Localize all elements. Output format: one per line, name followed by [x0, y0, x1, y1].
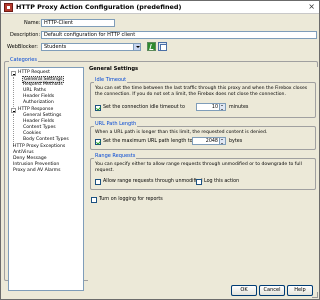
idle-timeout-label: Set the connection idle timeout to: [103, 105, 185, 110]
tree-item-http-proxy-exceptions[interactable]: HTTP Proxy Exceptions: [13, 144, 65, 149]
webblocker-select[interactable]: Students: [41, 43, 141, 51]
tree-item-deny-message[interactable]: Deny Message: [13, 156, 47, 161]
logging-label: Turn on logging for reports: [99, 197, 163, 202]
name-field[interactable]: HTTP-Client: [41, 19, 115, 27]
allow-range-requests-checkbox[interactable]: [95, 179, 101, 185]
add-icon[interactable]: [158, 42, 167, 51]
tree-item-request-methods[interactable]: Request Methods: [23, 82, 63, 87]
tree-item-response-general-settings[interactable]: General Settings: [23, 113, 61, 118]
webblocker-label: WebBlocker:: [7, 44, 38, 50]
tree-item-intrusion-prevention[interactable]: Intrusion Prevention: [13, 162, 59, 167]
url-path-length-checkbox[interactable]: [95, 139, 101, 145]
settings-panel: General Settings Idle Timeout You can se…: [88, 66, 318, 291]
idle-timeout-description: You can set the time between the last tr…: [95, 86, 308, 97]
help-button[interactable]: Help: [287, 285, 313, 296]
webblocker-value: Students: [44, 44, 67, 50]
range-requests-legend: Range Requests: [94, 153, 137, 160]
idle-timeout-legend: Idle Timeout: [94, 77, 128, 84]
categories-legend: Categories: [9, 57, 38, 64]
resize-grip-icon[interactable]: [312, 292, 318, 298]
title-bar[interactable]: HTTP Proxy Action Configuration (predefi…: [1, 1, 319, 14]
description-field[interactable]: Default configuration for HTTP client: [41, 31, 317, 39]
description-label: Description:: [10, 32, 41, 38]
logging-checkbox[interactable]: [91, 197, 97, 203]
spin-arrows-icon[interactable]: [219, 138, 225, 144]
tree-item-url-paths[interactable]: URL Paths: [23, 88, 46, 93]
watchguard-icon: [4, 3, 13, 12]
tree-item-content-types[interactable]: Content Types: [23, 125, 56, 130]
tree-item-header-fields[interactable]: Header Fields: [23, 94, 54, 99]
tree-item-http-response[interactable]: HTTP Response: [18, 107, 53, 112]
chevron-down-icon[interactable]: [133, 44, 140, 50]
close-icon[interactable]: ×: [308, 2, 315, 11]
dialog-window: HTTP Proxy Action Configuration (predefi…: [0, 0, 320, 300]
window-title: HTTP Proxy Action Configuration (predefi…: [16, 3, 182, 11]
idle-timeout-unit: minutes: [229, 105, 249, 110]
edit-icon[interactable]: [147, 42, 156, 51]
url-path-length-value: 2048: [205, 138, 218, 144]
tree-item-http-request[interactable]: HTTP Request: [18, 70, 50, 75]
url-path-length-legend: URL Path Length: [94, 121, 138, 128]
url-path-length-stepper[interactable]: 2048: [192, 137, 226, 145]
log-action-checkbox[interactable]: [196, 179, 202, 185]
idle-timeout-stepper[interactable]: 10: [196, 103, 226, 111]
cancel-button[interactable]: Cancel: [259, 285, 285, 296]
name-label: Name:: [24, 20, 41, 26]
url-path-length-unit: bytes: [229, 139, 243, 144]
tree-connector: [13, 114, 14, 146]
categories-tree[interactable]: HTTP Request General Settings Request Me…: [8, 67, 84, 291]
tree-item-response-header-fields[interactable]: Header Fields: [23, 119, 54, 124]
idle-timeout-checkbox[interactable]: [95, 105, 101, 111]
log-action-label: Log this action: [204, 179, 240, 184]
page-title: General Settings: [89, 66, 139, 72]
range-requests-description: You can specify either to allow range re…: [95, 162, 302, 173]
tree-item-proxy-av-alarms[interactable]: Proxy and AV Alarms: [13, 168, 61, 173]
tree-item-cookies[interactable]: Cookies: [23, 131, 41, 136]
tree-item-authorization[interactable]: Authorization: [23, 100, 54, 105]
idle-timeout-value: 10: [211, 104, 218, 110]
url-path-length-description: When a URL path is longer than this limi…: [95, 130, 268, 135]
collapse-icon[interactable]: [11, 71, 16, 76]
allow-range-requests-label: Allow range requests through unmodified: [103, 179, 203, 184]
tree-item-body-content-types[interactable]: Body Content Types: [23, 137, 69, 142]
url-path-length-label: Set the maximum URL path length to: [103, 139, 193, 144]
spin-arrows-icon[interactable]: [219, 104, 225, 110]
ok-button[interactable]: OK: [231, 285, 257, 296]
collapse-icon[interactable]: [11, 108, 16, 113]
tree-item-antivirus[interactable]: AntiVirus: [13, 150, 34, 155]
